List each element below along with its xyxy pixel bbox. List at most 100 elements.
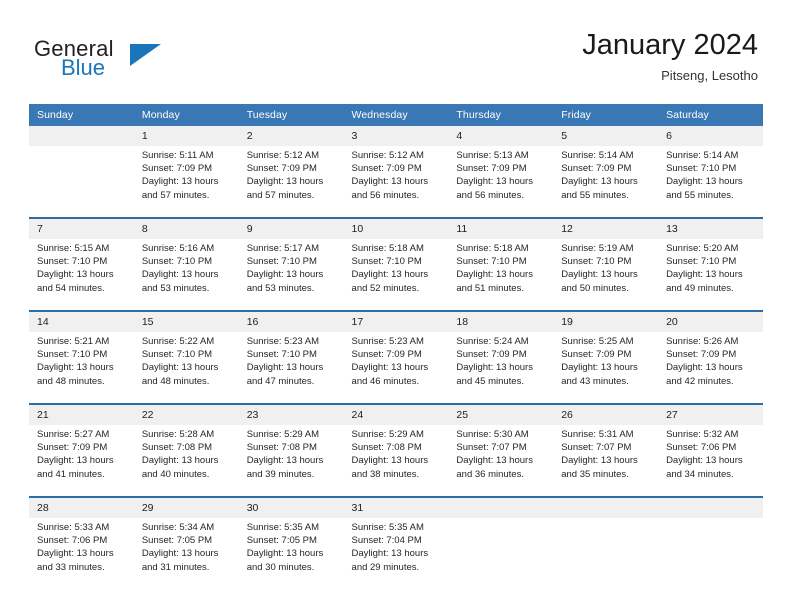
day-daylight1-text: Daylight: 13 hours (37, 269, 114, 281)
logo-word-blue: Blue (61, 55, 106, 80)
day-sunset-text: Sunset: 7:10 PM (246, 256, 317, 268)
day-sunset-text: Sunset: 7:09 PM (141, 163, 213, 175)
day-number[interactable]: 2 (238, 126, 344, 146)
day-cell[interactable]: Sunrise: 5:22 AM Sunset: 7:10 PM Daylight:… (134, 332, 239, 404)
day-sunset-text: Sunset: 7:10 PM (37, 349, 108, 361)
day-daylight2-text: and 29 minutes. (351, 561, 420, 573)
day-cell[interactable]: Sunrise: 5:12 AM Sunset: 7:09 PM Daylight:… (239, 146, 344, 218)
day-sunrise-text: Sunrise: 5:27 AM (37, 429, 110, 440)
day-number[interactable]: 23 (238, 403, 344, 425)
day-number[interactable]: 15 (133, 310, 239, 332)
day-number[interactable]: 4 (448, 126, 554, 146)
day-cell[interactable]: Sunrise: 5:12 AM Sunset: 7:09 PM Daylight:… (344, 146, 449, 218)
day-daylight2-text: and 47 minutes. (246, 375, 315, 387)
week-info-row: Sunrise: 5:27 AM Sunset: 7:09 PM Daylight:… (29, 425, 763, 497)
day-cell[interactable]: Sunrise: 5:33 AM Sunset: 7:06 PM Daylight:… (29, 518, 134, 589)
day-cell[interactable]: Sunrise: 5:29 AM Sunset: 7:08 PM Daylight:… (239, 425, 344, 497)
day-daylight2-text: and 57 minutes. (246, 189, 315, 201)
day-number[interactable]: 9 (238, 217, 344, 239)
day-number[interactable]: 20 (658, 310, 763, 332)
day-cell[interactable]: Sunrise: 5:13 AM Sunset: 7:09 PM Daylight:… (448, 146, 553, 218)
day-sunrise-text: Sunrise: 5:23 AM (246, 336, 320, 347)
day-cell[interactable]: Sunrise: 5:11 AM Sunset: 7:09 PM Daylight:… (134, 146, 239, 218)
day-sunrise-text: Sunrise: 5:29 AM (351, 429, 424, 440)
day-daylight1-text: Daylight: 13 hours (666, 176, 743, 188)
day-sunrise-text: Sunrise: 5:17 AM (246, 243, 320, 254)
empty-day-number (658, 496, 763, 518)
day-sunrise-text: Sunrise: 5:31 AM (561, 429, 634, 440)
day-sunrise-text: Sunrise: 5:21 AM (37, 336, 110, 347)
day-cell[interactable]: Sunrise: 5:17 AM Sunset: 7:10 PM Daylight:… (239, 239, 344, 311)
day-cell[interactable]: Sunrise: 5:16 AM Sunset: 7:10 PM Daylight:… (134, 239, 239, 311)
day-sunrise-text: Sunrise: 5:29 AM (246, 429, 320, 440)
day-cell[interactable]: Sunrise: 5:24 AM Sunset: 7:09 PM Daylight:… (448, 332, 553, 404)
day-cell[interactable]: Sunrise: 5:19 AM Sunset: 7:10 PM Daylight:… (553, 239, 658, 311)
day-daylight2-text: and 53 minutes. (246, 282, 315, 294)
day-sunrise-text: Sunrise: 5:15 AM (37, 243, 110, 254)
week-daynum-row: 123456 (29, 126, 763, 146)
empty-day-cell (553, 518, 658, 589)
day-number[interactable]: 21 (29, 403, 134, 425)
day-number[interactable]: 10 (343, 217, 449, 239)
day-cell[interactable]: Sunrise: 5:20 AM Sunset: 7:10 PM Daylight:… (658, 239, 763, 311)
day-number[interactable]: 17 (343, 310, 449, 332)
day-daylight2-text: and 53 minutes. (141, 282, 210, 294)
day-cell[interactable]: Sunrise: 5:29 AM Sunset: 7:08 PM Daylight:… (344, 425, 449, 497)
day-number[interactable]: 19 (553, 310, 659, 332)
day-daylight2-text: and 34 minutes. (666, 468, 734, 480)
day-cell[interactable]: Sunrise: 5:14 AM Sunset: 7:10 PM Daylight:… (658, 146, 763, 218)
day-cell[interactable]: Sunrise: 5:26 AM Sunset: 7:09 PM Daylight:… (658, 332, 763, 404)
general-blue-logo[interactable]: General Blue (34, 36, 224, 88)
day-number[interactable]: 14 (29, 310, 134, 332)
day-number[interactable]: 12 (553, 217, 659, 239)
day-number[interactable]: 27 (658, 403, 763, 425)
triangle-flag-icon (130, 44, 161, 66)
day-number[interactable]: 18 (448, 310, 554, 332)
day-cell[interactable]: Sunrise: 5:34 AM Sunset: 7:05 PM Daylight:… (134, 518, 239, 589)
day-number[interactable]: 26 (553, 403, 659, 425)
day-number[interactable]: 3 (343, 126, 449, 146)
day-number[interactable]: 8 (133, 217, 239, 239)
day-number[interactable]: 25 (448, 403, 554, 425)
day-cell[interactable]: Sunrise: 5:23 AM Sunset: 7:10 PM Daylight:… (239, 332, 344, 404)
day-daylight1-text: Daylight: 13 hours (351, 176, 429, 188)
day-cell[interactable]: Sunrise: 5:30 AM Sunset: 7:07 PM Daylight:… (448, 425, 553, 497)
day-cell[interactable]: Sunrise: 5:25 AM Sunset: 7:09 PM Daylight:… (553, 332, 658, 404)
day-number[interactable]: 28 (29, 496, 134, 518)
day-sunrise-text: Sunrise: 5:14 AM (561, 150, 634, 161)
day-number[interactable]: 1 (133, 126, 239, 146)
day-number[interactable]: 22 (133, 403, 239, 425)
day-cell[interactable]: Sunrise: 5:35 AM Sunset: 7:05 PM Daylight:… (239, 518, 344, 589)
day-cell[interactable]: Sunrise: 5:35 AM Sunset: 7:04 PM Daylight:… (344, 518, 449, 589)
day-number[interactable]: 6 (658, 126, 763, 146)
day-number[interactable]: 7 (29, 217, 134, 239)
day-number[interactable]: 24 (343, 403, 449, 425)
day-daylight1-text: Daylight: 13 hours (561, 455, 638, 467)
day-cell[interactable]: Sunrise: 5:18 AM Sunset: 7:10 PM Daylight:… (344, 239, 449, 311)
day-number[interactable]: 13 (658, 217, 763, 239)
day-cell[interactable]: Sunrise: 5:15 AM Sunset: 7:10 PM Daylight:… (29, 239, 134, 311)
day-number[interactable]: 11 (448, 217, 554, 239)
empty-day-cell (448, 518, 553, 589)
day-sunrise-text: Sunrise: 5:23 AM (351, 336, 424, 347)
day-cell[interactable]: Sunrise: 5:14 AM Sunset: 7:09 PM Daylight:… (553, 146, 658, 218)
day-cell[interactable]: Sunrise: 5:18 AM Sunset: 7:10 PM Daylight:… (448, 239, 553, 311)
day-sunrise-text: Sunrise: 5:12 AM (351, 150, 424, 161)
day-number[interactable]: 31 (343, 496, 449, 518)
day-number[interactable]: 5 (553, 126, 659, 146)
day-number[interactable]: 16 (238, 310, 344, 332)
day-sunset-text: Sunset: 7:04 PM (351, 535, 422, 547)
day-cell[interactable]: Sunrise: 5:28 AM Sunset: 7:08 PM Daylight:… (134, 425, 239, 497)
day-number[interactable]: 30 (238, 496, 344, 518)
day-sunset-text: Sunset: 7:08 PM (351, 442, 422, 454)
day-number[interactable]: 29 (133, 496, 239, 518)
day-cell[interactable]: Sunrise: 5:27 AM Sunset: 7:09 PM Daylight:… (29, 425, 134, 497)
day-cell[interactable]: Sunrise: 5:32 AM Sunset: 7:06 PM Daylight:… (658, 425, 763, 497)
day-cell[interactable]: Sunrise: 5:31 AM Sunset: 7:07 PM Daylight:… (553, 425, 658, 497)
day-daylight2-text: and 57 minutes. (141, 189, 210, 201)
day-cell[interactable]: Sunrise: 5:21 AM Sunset: 7:10 PM Daylight:… (29, 332, 134, 404)
weekday-header-tuesday: Tuesday (238, 104, 344, 126)
page-title: January 2024 (582, 29, 758, 61)
day-cell[interactable]: Sunrise: 5:23 AM Sunset: 7:09 PM Daylight:… (344, 332, 449, 404)
day-sunset-text: Sunset: 7:08 PM (141, 442, 213, 454)
